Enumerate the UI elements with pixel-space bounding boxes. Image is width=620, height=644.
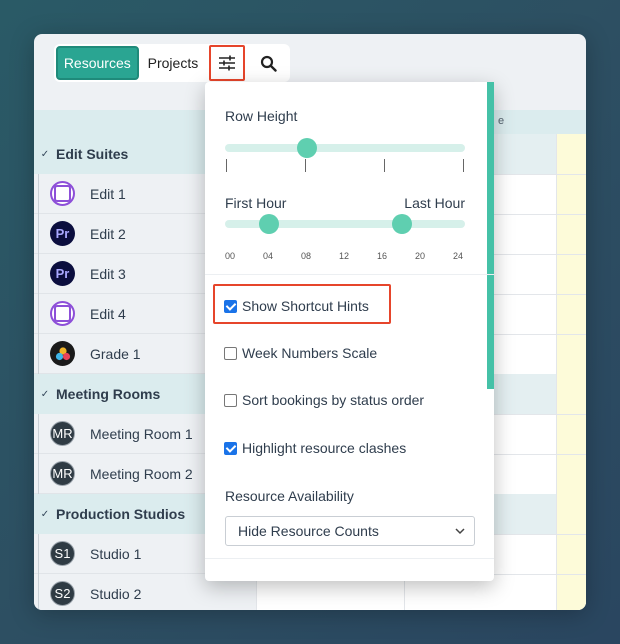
option-label: Highlight resource clashes: [242, 440, 407, 456]
purple-app-icon: [50, 301, 75, 326]
search-icon: [260, 55, 277, 72]
tree-line: [38, 254, 39, 294]
resources-button[interactable]: Resources: [56, 46, 139, 80]
chevron-down-icon[interactable]: ✓: [34, 509, 56, 520]
resource-label: Meeting Room 2: [90, 465, 193, 482]
last-hour-thumb[interactable]: [392, 214, 412, 234]
resource-label: Edit 3: [90, 265, 126, 282]
option-sort-by-status[interactable]: Sort bookings by status order: [224, 392, 424, 408]
availability-value: Hide Resource Counts: [238, 523, 379, 539]
tree-line: [38, 174, 39, 214]
last-hour-label: Last Hour: [404, 195, 465, 211]
row-height-label: Row Height: [225, 108, 298, 124]
group-label: Production Studios: [56, 506, 186, 522]
tree-line: [38, 414, 39, 454]
resource-label: Edit 4: [90, 305, 126, 322]
hour-tick-label: 16: [377, 251, 388, 261]
hour-tick-label: 20: [415, 251, 426, 261]
first-hour-thumb[interactable]: [259, 214, 279, 234]
timeline-header-text: e: [498, 115, 505, 127]
resource-label: Edit 1: [90, 185, 126, 202]
projects-button[interactable]: Projects: [139, 46, 208, 80]
resource-label: Edit 2: [90, 225, 126, 242]
chevron-down-icon[interactable]: ✓: [34, 389, 56, 400]
view-options-popup: Row Height First Hour Last Hour 00 04 08 12…: [205, 82, 494, 581]
checkbox[interactable]: [224, 441, 237, 455]
checkbox[interactable]: [224, 393, 237, 407]
tree-line: [38, 294, 39, 334]
search-button[interactable]: [249, 46, 288, 80]
davinci-petals-icon: [55, 346, 70, 360]
slider-tick: [226, 159, 227, 172]
sliders-icon: [219, 55, 235, 71]
grid-column-line: [556, 134, 557, 610]
resource-label: Studio 1: [90, 545, 142, 562]
slider-tick: [384, 159, 385, 172]
resource-label: Studio 2: [90, 585, 142, 602]
tree-line: [38, 574, 39, 610]
divider: [205, 274, 494, 275]
availability-select[interactable]: Hide Resource Counts: [225, 516, 475, 546]
group-label: Edit Suites: [56, 146, 129, 162]
popup-scrollbar[interactable]: [487, 82, 494, 389]
hour-tick-label: 12: [339, 251, 350, 261]
group-label: Meeting Rooms: [56, 386, 161, 402]
premiere-icon: Pr: [50, 261, 75, 286]
tree-line: [38, 334, 39, 374]
slider-tick: [305, 159, 306, 172]
option-label: Week Numbers Scale: [242, 345, 378, 361]
resource-label: Meeting Room 1: [90, 425, 193, 442]
chevron-down-icon[interactable]: ✓: [34, 149, 56, 160]
premiere-icon: Pr: [50, 221, 75, 246]
hour-tick-label: 04: [263, 251, 274, 261]
slider-tick: [463, 159, 464, 172]
row-height-slider-thumb[interactable]: [296, 138, 317, 158]
checkbox[interactable]: [224, 346, 237, 360]
hour-tick-label: 00: [225, 251, 236, 261]
avatar: S2: [50, 581, 75, 606]
davinci-icon: [50, 341, 75, 366]
avatar: S1: [50, 541, 75, 566]
avatar: MR: [50, 461, 75, 486]
tree-line: [38, 454, 39, 494]
option-label: Sort bookings by status order: [242, 392, 425, 408]
tree-line: [38, 534, 39, 574]
view-toolbar: Resources Projects: [54, 44, 290, 82]
option-highlight-clashes[interactable]: Highlight resource clashes: [224, 440, 406, 456]
view-options-button[interactable]: [209, 45, 245, 81]
resource-label: Grade 1: [90, 345, 141, 362]
option-week-numbers-scale[interactable]: Week Numbers Scale: [224, 345, 377, 361]
avatar: MR: [50, 421, 75, 446]
hour-tick-label: 08: [301, 251, 312, 261]
weekend-column: [556, 134, 586, 610]
tree-line: [38, 214, 39, 254]
availability-label: Resource Availability: [225, 488, 354, 504]
hour-tick-label: 24: [453, 251, 464, 261]
row-height-slider[interactable]: [225, 144, 465, 152]
first-hour-label: First Hour: [225, 195, 287, 211]
chevron-down-icon: [455, 528, 465, 535]
purple-app-icon: [50, 181, 75, 206]
divider: [205, 558, 494, 559]
shortcut-hints-highlight: [213, 284, 391, 324]
